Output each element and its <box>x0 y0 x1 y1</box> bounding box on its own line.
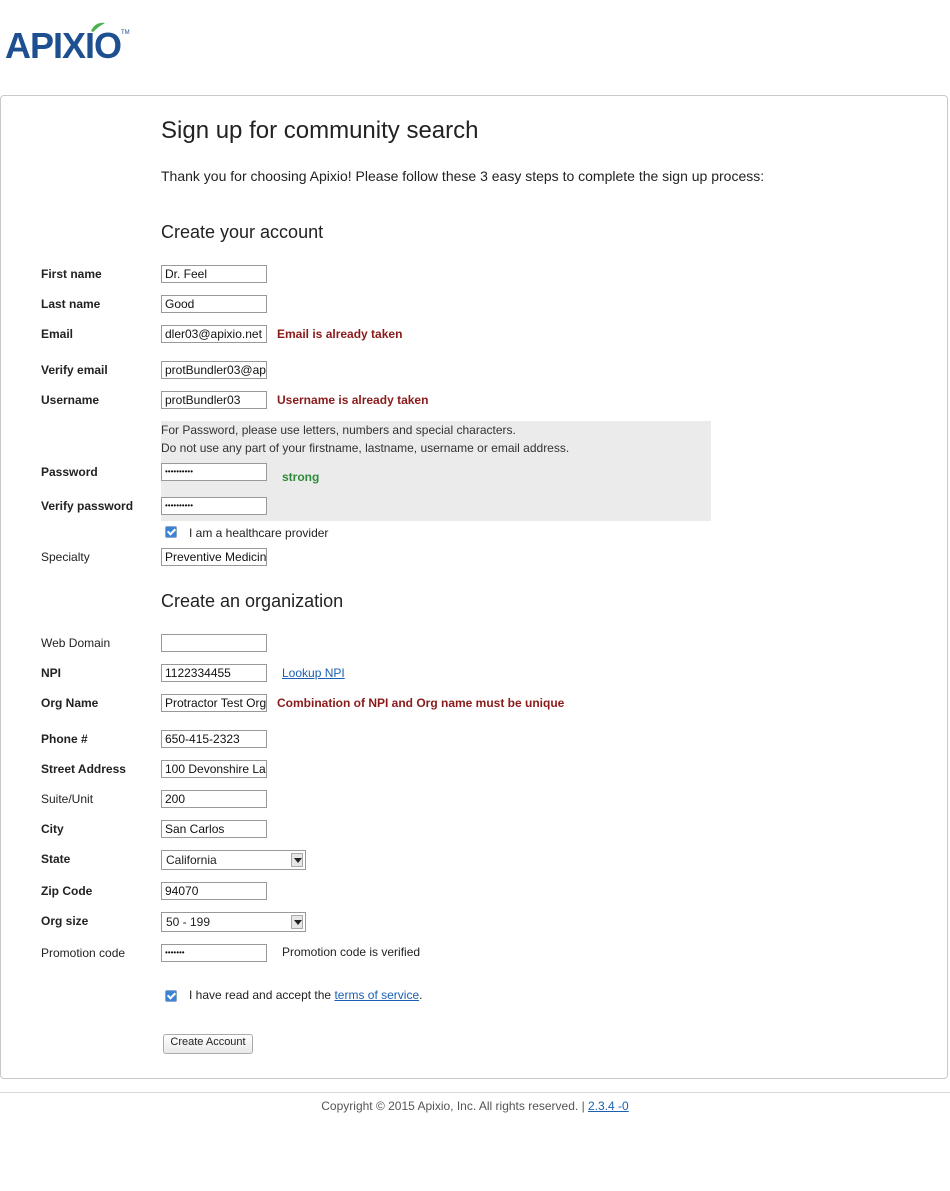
verify-email-label: Verify email <box>41 363 108 377</box>
page-title: Sign up for community search <box>161 117 479 144</box>
username-error: Username is already taken <box>277 393 429 407</box>
terms-prefix: I have read and accept the <box>189 988 335 1002</box>
organization-heading: Create an organization <box>161 591 344 611</box>
org-name-label: Org Name <box>41 696 99 710</box>
city-input[interactable]: San Carlos <box>161 820 267 838</box>
email-error: Email is already taken <box>277 327 403 341</box>
state-selected: California <box>166 853 217 867</box>
healthcare-provider-label: I am a healthcare provider <box>189 526 329 540</box>
street-address-input[interactable]: 100 Devonshire Lane <box>161 760 267 778</box>
last-name-input[interactable]: Good <box>161 295 267 313</box>
apixio-logo: APIXIO TM <box>5 22 130 64</box>
promo-code-input[interactable]: ••••••• <box>161 944 267 962</box>
state-select[interactable]: California <box>161 850 306 870</box>
specialty-input[interactable]: Preventive Medicine <box>161 548 267 566</box>
username-label: Username <box>41 393 100 407</box>
password-hint-1: For Password, please use letters, number… <box>161 423 516 437</box>
first-name-label: First name <box>41 267 102 281</box>
org-name-input[interactable]: Protractor Test Org <box>161 694 267 712</box>
signup-panel <box>0 95 948 1079</box>
first-name-input[interactable]: Dr. Feel <box>161 265 267 283</box>
city-label: City <box>41 822 64 836</box>
password-input[interactable]: •••••••••• <box>161 463 267 481</box>
zip-label: Zip Code <box>41 884 93 898</box>
web-domain-input[interactable] <box>161 634 267 652</box>
specialty-label: Specialty <box>41 550 90 564</box>
password-hint-2: Do not use any part of your firstname, l… <box>161 441 570 455</box>
logo-trademark: TM <box>121 30 130 36</box>
chevron-down-icon[interactable] <box>291 853 303 867</box>
copyright-text: Copyright © 2015 Apixio, Inc. All rights… <box>321 1099 589 1113</box>
phone-label: Phone # <box>41 732 88 746</box>
org-size-label: Org size <box>41 914 89 928</box>
suite-label: Suite/Unit <box>41 792 94 806</box>
street-address-label: Street Address <box>41 762 126 776</box>
promo-code-label: Promotion code <box>41 946 126 960</box>
org-size-select[interactable]: 50 - 199 <box>161 912 306 932</box>
account-heading: Create your account <box>161 222 324 242</box>
verify-password-input[interactable]: •••••••••• <box>161 497 267 515</box>
terms-label: I have read and accept the terms of serv… <box>189 988 422 1002</box>
chevron-down-icon[interactable] <box>291 915 303 929</box>
terms-suffix: . <box>419 988 423 1002</box>
phone-input[interactable]: 650-415-2323 <box>161 730 267 748</box>
org-size-selected: 50 - 199 <box>166 915 211 929</box>
suite-input[interactable]: 200 <box>161 790 267 808</box>
org-name-error: Combination of NPI and Org name must be … <box>277 696 565 710</box>
email-input[interactable]: dler03@apixio.net <box>161 325 267 343</box>
email-label: Email <box>41 327 74 341</box>
footer: Copyright © 2015 Apixio, Inc. All rights… <box>0 1099 950 1113</box>
promo-code-status: Promotion code is verified <box>282 945 421 959</box>
lookup-npi-link[interactable]: Lookup NPI <box>282 666 345 680</box>
verify-password-label: Verify password <box>41 499 134 513</box>
password-label: Password <box>41 465 98 479</box>
terms-checkbox[interactable] <box>165 990 177 1002</box>
last-name-label: Last name <box>41 297 101 311</box>
state-label: State <box>41 852 71 866</box>
healthcare-provider-checkbox[interactable] <box>165 526 177 538</box>
logo-text: APIXIO <box>5 25 122 66</box>
npi-input[interactable]: 1122334455 <box>161 664 267 682</box>
zip-input[interactable]: 94070 <box>161 882 267 900</box>
npi-label: NPI <box>41 666 62 680</box>
verify-email-input[interactable]: protBundler03@apixio.net <box>161 361 267 379</box>
version-link[interactable]: 2.3.4 -0 <box>588 1099 629 1113</box>
intro-text: Thank you for choosing Apixio! Please fo… <box>161 168 765 184</box>
password-strength: strong <box>282 470 320 484</box>
terms-of-service-link[interactable]: terms of service <box>334 988 419 1002</box>
footer-divider <box>0 1092 950 1093</box>
web-domain-label: Web Domain <box>41 636 111 650</box>
create-account-button[interactable]: Create Account <box>163 1034 253 1054</box>
username-input[interactable]: protBundler03 <box>161 391 267 409</box>
